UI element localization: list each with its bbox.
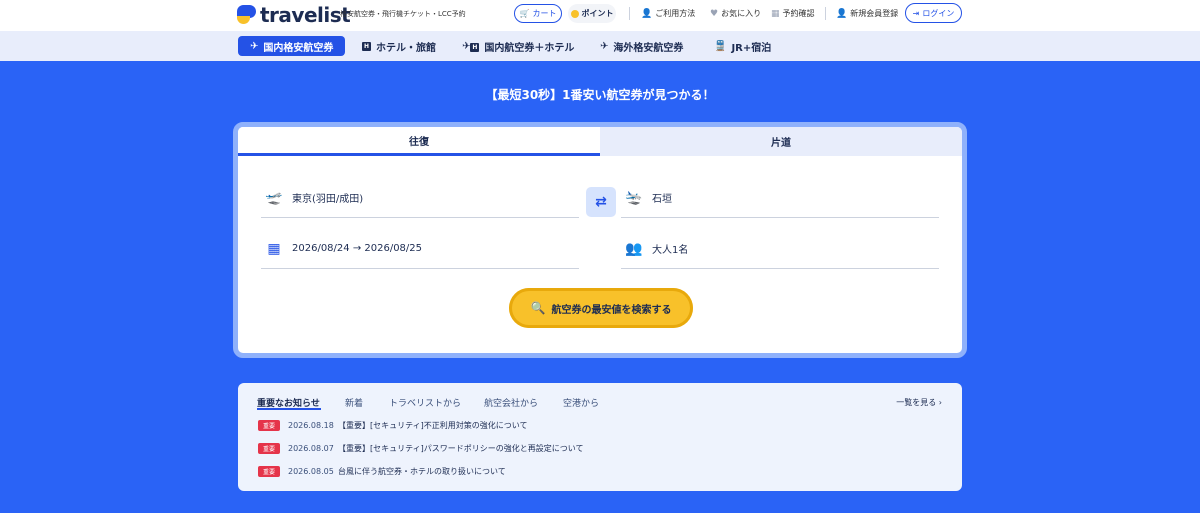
favorites-label: お気に入り <box>721 9 762 18</box>
nav-label: 海外格安航空券 <box>613 42 684 54</box>
departure-value: 東京(羽田/成田) <box>292 194 364 205</box>
plane-icon: ✈ <box>250 40 259 52</box>
nav-label: JR+宿泊 <box>731 42 772 54</box>
news-title: 【重要】[セキュリティ]パスワードポリシーの強化と再設定について <box>338 444 584 453</box>
dates-value: 2026/08/24 → 2026/08/25 <box>292 243 423 254</box>
swap-icon: ⇄ <box>595 194 607 210</box>
search-icon: 🔍 <box>530 301 546 315</box>
favorites-link[interactable]: ♥ お気に入り <box>710 8 761 19</box>
user-icon: 👤 <box>641 8 653 19</box>
flight-search-card: 往復 片道 🛫 東京(羽田/成田) ⇄ 🛬 石垣 ▦ 2026/08/24 → … <box>233 122 967 358</box>
news-date: 2026.08.05 <box>288 467 334 476</box>
travelist-logo[interactable]: travelist <box>237 3 351 27</box>
users-icon: 👥 <box>625 240 643 257</box>
plane-hotel-icon: ✈ H <box>462 40 480 52</box>
nav-jr-stay[interactable]: 🚆 JR+宿泊 <box>714 36 771 56</box>
news-date: 2026.08.18 <box>288 421 334 430</box>
nav-flight-hotel[interactable]: ✈ H 国内航空券＋ホテル <box>462 36 574 56</box>
passengers-field[interactable]: 👥 大人1名 <box>621 229 939 269</box>
user-plus-icon: 👤 <box>836 8 848 19</box>
cart-icon: 🛒 <box>519 9 530 18</box>
hotel-icon: H <box>362 41 371 51</box>
arrival-value: 石垣 <box>652 194 672 205</box>
passengers-value: 大人1名 <box>652 245 689 256</box>
calendar-icon: ▦ <box>771 8 780 19</box>
news-date: 2026.08.07 <box>288 444 334 453</box>
usage-guide-link[interactable]: 👤 ご利用方法 <box>641 8 695 19</box>
logo-mark-icon <box>237 5 256 25</box>
search-button-label: 航空券の最安値を検索する <box>551 304 672 316</box>
site-tagline: 格安航空券・飛行機チケット・LCC予約 <box>340 10 466 18</box>
news-item[interactable]: 重要 2026.08.05 台風に伴う航空券・ホテルの取り扱いについて <box>258 466 506 477</box>
arrival-field[interactable]: 🛬 石垣 <box>621 178 939 218</box>
news-tab-travelist[interactable]: トラベリストから <box>389 396 461 409</box>
news-tab-airports[interactable]: 空港から <box>563 396 599 409</box>
nav-label: 国内航空券＋ホテル <box>484 42 575 54</box>
point-button[interactable]: ポイント <box>568 4 616 23</box>
cart-label: カート <box>532 9 557 18</box>
site-header: travelist 格安航空券・飛行機チケット・LCC予約 🛒 カート ポイント… <box>0 0 1200 31</box>
logo-text: travelist <box>260 3 351 27</box>
usage-guide-label: ご利用方法 <box>655 9 696 18</box>
important-badge: 重要 <box>258 420 280 431</box>
news-more-link[interactable]: 一覧を見る › <box>896 397 942 408</box>
important-badge: 重要 <box>258 466 280 477</box>
nav-international-flights[interactable]: ✈ 海外格安航空券 <box>600 36 683 56</box>
register-link[interactable]: 👤 新規会員登録 <box>836 8 898 19</box>
news-item[interactable]: 重要 2026.08.18 【重要】[セキュリティ]不正利用対策の強化について <box>258 420 528 431</box>
heart-icon: ♥ <box>710 8 719 19</box>
header-divider-2 <box>825 7 826 20</box>
news-tab-indicator <box>257 408 321 410</box>
cart-button[interactable]: 🛒 カート <box>514 4 562 23</box>
important-badge: 重要 <box>258 443 280 454</box>
plane-globe-icon: ✈ <box>600 40 609 52</box>
tab-round-trip[interactable]: 往復 <box>238 127 600 156</box>
point-label: ポイント <box>581 9 614 18</box>
news-title: 台風に伴う航空券・ホテルの取り扱いについて <box>338 467 506 476</box>
news-item[interactable]: 重要 2026.08.07 【重要】[セキュリティ]パスワードポリシーの強化と再… <box>258 443 584 454</box>
main-nav: ✈ 国内格安航空券 H ホテル・旅館 ✈ H 国内航空券＋ホテル ✈ 海外格安航空… <box>0 31 1200 61</box>
login-label: ログイン <box>922 8 955 18</box>
departure-field[interactable]: 🛫 東京(羽田/成田) <box>261 178 579 218</box>
news-tab-new[interactable]: 新着 <box>345 396 363 409</box>
reservation-check-link[interactable]: ▦ 予約確認 <box>771 8 815 19</box>
login-button[interactable]: ⇥ ログイン <box>905 3 962 23</box>
search-flights-button[interactable]: 🔍 航空券の最安値を検索する <box>509 288 693 328</box>
reservation-check-label: 予約確認 <box>782 9 815 18</box>
login-icon: ⇥ <box>912 8 920 18</box>
header-divider <box>629 7 630 20</box>
news-panel: 重要なお知らせ 新着 トラベリストから 航空会社から 空港から 一覧を見る › … <box>238 383 962 491</box>
coin-icon <box>570 9 579 18</box>
nav-label: ホテル・旅館 <box>376 42 436 54</box>
register-label: 新規会員登録 <box>850 9 899 18</box>
plane-landing-icon: 🛬 <box>625 189 643 206</box>
tab-one-way[interactable]: 片道 <box>600 127 962 156</box>
nav-domestic-flights[interactable]: ✈ 国内格安航空券 <box>238 36 346 56</box>
nav-hotels[interactable]: H ホテル・旅館 <box>362 36 436 56</box>
nav-label: 国内格安航空券 <box>263 42 334 54</box>
calendar-icon: ▦ <box>267 240 281 257</box>
plane-takeoff-icon: 🛫 <box>265 189 283 206</box>
news-title: 【重要】[セキュリティ]不正利用対策の強化について <box>338 421 528 430</box>
train-icon: 🚆 <box>714 40 727 52</box>
hero-title: 【最短30秒】1番安い航空券が見つかる！ <box>485 88 715 102</box>
dates-field[interactable]: ▦ 2026/08/24 → 2026/08/25 <box>261 229 579 269</box>
news-tab-airlines[interactable]: 航空会社から <box>484 396 538 409</box>
swap-airports-button[interactable]: ⇄ <box>586 187 616 217</box>
